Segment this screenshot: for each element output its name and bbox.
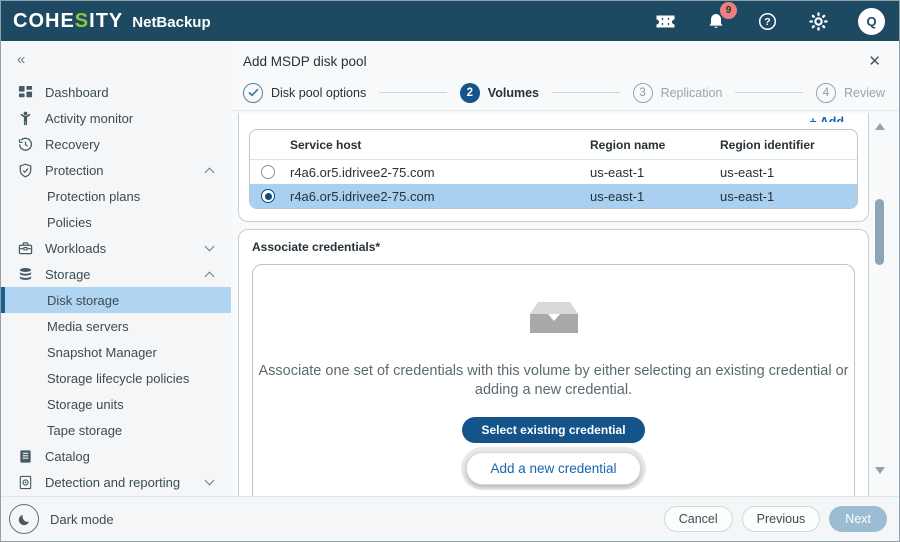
sidebar-item-storage[interactable]: Storage [1,261,231,287]
chevron-up-icon [205,271,215,281]
sidebar-item-disk-storage[interactable]: Disk storage [1,287,231,313]
step-3-badge: 3 [633,83,653,103]
column-region-name: Region name [590,138,720,152]
help-icon[interactable]: ? [756,10,778,32]
svg-text:?: ? [764,16,770,28]
add-msdp-disk-pool-dialog: Add MSDP disk pool ✕ Disk pool options 2… [231,41,899,541]
sidebar-item-tape-storage[interactable]: Tape storage [1,417,231,443]
stepper-connector [379,92,447,93]
sidebar-item-detection-and-reporting[interactable]: Detection and reporting [1,469,231,495]
netbackup-wordmark: NetBackup [132,14,210,31]
dialog-scroll-viewport: + Add Service host Region name Region id… [231,111,899,496]
step-disk-pool-options[interactable]: Disk pool options [243,83,366,103]
associate-credentials-label: Associate credentials* [252,240,855,254]
add-volume-link[interactable]: + Add [809,115,844,122]
step-review[interactable]: 4 Review [816,83,885,103]
column-region-identifier: Region identifier [720,138,857,152]
cohesity-netbackup-logo: COHESITY NetBackup [13,10,211,33]
sidebar-item-protection-plans[interactable]: Protection plans [1,183,231,209]
user-avatar[interactable]: Q [858,8,885,35]
moon-icon [9,504,39,534]
next-button[interactable]: Next [829,506,887,532]
dialog-scrollbar[interactable] [873,111,887,496]
dashboard-icon [17,84,33,100]
left-navigation-sidebar: « Dashboard Activity monitor Recovery Pr… [1,41,231,541]
credentials-instruction-text: Associate one set of credentials with th… [254,362,854,400]
dialog-footer: Cancel Previous Next [231,496,899,541]
step-4-badge: 4 [816,83,836,103]
detection-report-icon [17,474,33,490]
top-header-bar: COHESITY NetBackup 9 ? Q [1,1,899,41]
step-replication[interactable]: 3 Replication [633,83,723,103]
sidebar-item-workloads[interactable]: Workloads [1,235,231,261]
stepper-connector [552,92,620,93]
sidebar-item-catalog[interactable]: Catalog [1,443,231,469]
table-row-selected[interactable]: r4a6.or5.idrivee2-75.com us-east-1 us-ea… [250,184,857,208]
sidebar-item-recovery[interactable]: Recovery [1,131,231,157]
table-header-row: Service host Region name Region identifi… [250,130,857,160]
wizard-stepper: Disk pool options 2 Volumes 3 Replicatio… [231,75,899,111]
catalog-icon [17,448,33,464]
sidebar-nav: Dashboard Activity monitor Recovery Prot… [1,77,231,496]
workloads-briefcase-icon [17,240,33,256]
scroll-down-arrow-icon[interactable] [875,467,885,474]
sidebar-collapse-button[interactable]: « [1,41,231,77]
settings-gear-icon[interactable] [807,10,829,32]
previous-button[interactable]: Previous [742,506,821,532]
sidebar-item-activity-monitor[interactable]: Activity monitor [1,105,231,131]
chevron-down-icon [205,476,215,486]
sidebar-item-media-servers[interactable]: Media servers [1,313,231,339]
add-new-credential-button[interactable]: Add a new credential [466,452,640,485]
service-host-table: Service host Region name Region identifi… [249,129,858,209]
chevron-down-icon [205,242,215,252]
radio-button-unselected[interactable] [261,165,275,179]
header-actions: 9 ? Q [654,8,885,35]
storage-database-icon [17,266,33,282]
sidebar-item-storage-units[interactable]: Storage units [1,391,231,417]
radio-button-selected[interactable] [261,189,275,203]
activity-monitor-icon [17,110,33,126]
protection-shield-icon [17,162,33,178]
sidebar-item-protection[interactable]: Protection [1,157,231,183]
scroll-up-arrow-icon[interactable] [875,123,885,130]
cohesity-green-s: S [75,10,89,32]
step-2-badge: 2 [460,83,480,103]
dark-mode-label: Dark mode [50,512,114,527]
sidebar-item-snapshot-manager[interactable]: Snapshot Manager [1,339,231,365]
app-window: COHESITY NetBackup 9 ? Q « Das [0,0,900,542]
sidebar-item-policies[interactable]: Policies [1,209,231,235]
scrollbar-thumb[interactable] [875,199,884,265]
dialog-content: + Add Service host Region name Region id… [231,111,873,496]
dark-mode-toggle[interactable]: Dark mode [1,496,231,541]
recovery-icon [17,136,33,152]
notifications-bell-icon[interactable]: 9 [705,10,727,32]
cancel-button[interactable]: Cancel [664,506,733,532]
add-link-clipped-row: + Add [249,113,858,122]
sidebar-item-dashboard[interactable]: Dashboard [1,79,231,105]
dialog-title: Add MSDP disk pool [243,54,367,69]
sidebar-item-storage-lifecycle-policies[interactable]: Storage lifecycle policies [1,365,231,391]
associate-credentials-panel: Associate credentials* Associate one set… [238,229,869,496]
notification-count-badge: 9 [720,2,737,19]
jobs-ticket-icon[interactable] [654,10,676,32]
select-existing-credential-button[interactable]: Select existing credential [462,417,644,443]
volumes-panel: + Add Service host Region name Region id… [238,113,869,222]
step-volumes[interactable]: 2 Volumes [460,83,539,103]
stepper-connector [735,92,803,93]
dialog-header: Add MSDP disk pool ✕ [231,41,899,75]
avatar-initial: Q [866,14,876,29]
cohesity-wordmark: COHESITY [13,10,123,33]
close-icon[interactable]: ✕ [868,54,881,69]
credentials-empty-state-card: Associate one set of credentials with th… [252,264,855,496]
column-service-host: Service host [290,138,590,152]
chevron-up-icon [205,167,215,177]
step-complete-check-icon [243,83,263,103]
table-row[interactable]: r4a6.or5.idrivee2-75.com us-east-1 us-ea… [250,160,857,184]
empty-tray-icon [526,299,582,342]
